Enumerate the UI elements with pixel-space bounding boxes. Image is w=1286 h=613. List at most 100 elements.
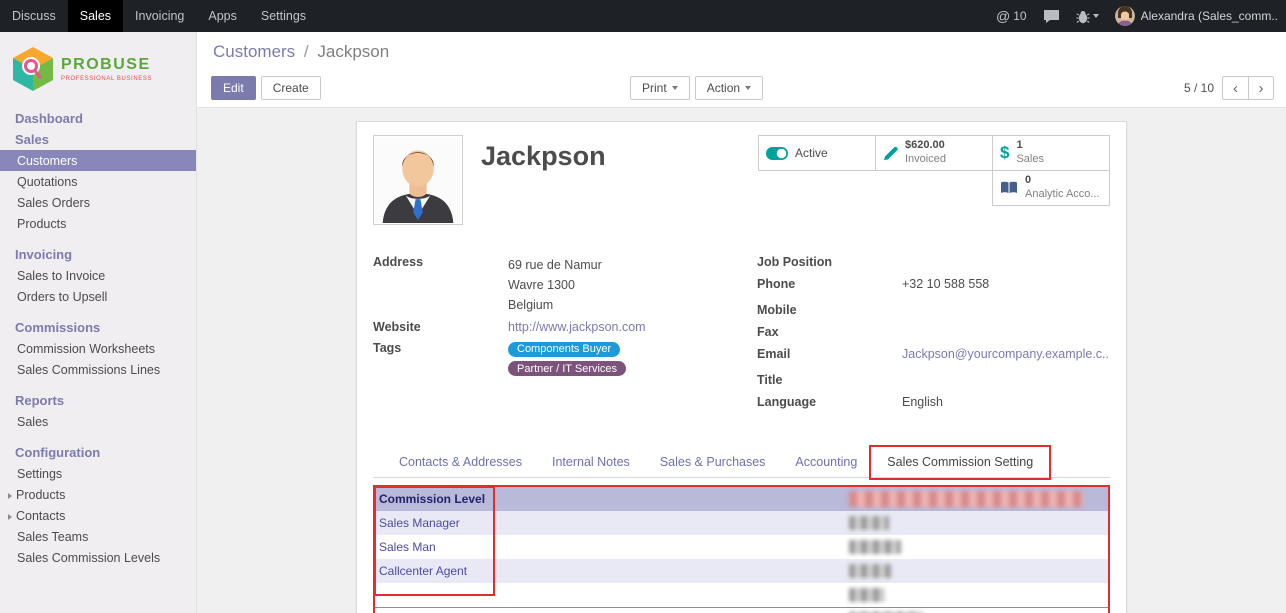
- pencil-icon: [883, 146, 898, 161]
- menu-apps[interactable]: Apps: [196, 0, 249, 32]
- active-stat-button[interactable]: Active: [758, 135, 876, 171]
- sales-stat-label: Sales: [1016, 153, 1044, 167]
- redacted-header-blur: [849, 491, 1083, 507]
- sidebar-item-products[interactable]: Products: [0, 213, 196, 234]
- messages-icon[interactable]: [1043, 9, 1060, 24]
- redacted-cell: [845, 511, 1108, 535]
- table-row-callcenter-agent[interactable]: Callcenter Agent: [375, 559, 1108, 583]
- email-link[interactable]: Jackpson@yourcompany.example.c..: [902, 347, 1109, 361]
- invoiced-stat-button[interactable]: $620.00 Invoiced: [875, 135, 993, 171]
- language-label: Language: [757, 395, 902, 411]
- mobile-label: Mobile: [757, 303, 902, 319]
- sidebar-heading-sales[interactable]: Sales: [0, 129, 196, 150]
- analytic-stat-label: Analytic Acco...: [1025, 188, 1100, 202]
- sidebar-item-sales-commissions-lines[interactable]: Sales Commissions Lines: [0, 359, 196, 380]
- sidebar-heading-invoicing[interactable]: Invoicing: [0, 244, 196, 265]
- sidebar-item-config-contacts[interactable]: Contacts: [0, 505, 196, 526]
- tab-accounting[interactable]: Accounting: [780, 447, 872, 477]
- edit-button[interactable]: Edit: [211, 76, 256, 100]
- logo-hexagon-icon: [12, 46, 54, 92]
- sidebar-item-config-products[interactable]: Products: [0, 484, 196, 505]
- top-menubar: Discuss Sales Invoicing Apps Settings @ …: [0, 0, 1286, 32]
- mentions-counter[interactable]: @ 10: [996, 8, 1027, 24]
- sidebar-item-sales-commission-levels[interactable]: Sales Commission Levels: [0, 547, 196, 568]
- sidebar-heading-configuration[interactable]: Configuration: [0, 442, 196, 463]
- redacted-value-blur: [849, 540, 901, 554]
- table-footer-row: [375, 608, 1108, 613]
- customer-name: Jackpson: [481, 141, 606, 172]
- menu-settings[interactable]: Settings: [249, 0, 318, 32]
- control-panel: Customers / Jackpson Edit Create Print A…: [197, 32, 1286, 108]
- commission-level-column-header[interactable]: Commission Level: [375, 487, 845, 511]
- analytic-stat-button[interactable]: 0 Analytic Acco...: [992, 170, 1110, 206]
- website-link[interactable]: http://www.jackpson.com: [508, 320, 646, 334]
- tag-components-buyer[interactable]: Components Buyer: [508, 342, 620, 357]
- pager-counter: 5 / 10: [1184, 81, 1214, 95]
- debug-bug-icon[interactable]: [1076, 9, 1099, 24]
- sidebar-item-sales-orders[interactable]: Sales Orders: [0, 192, 196, 213]
- fax-label: Fax: [757, 325, 902, 341]
- sidebar-item-quotations[interactable]: Quotations: [0, 171, 196, 192]
- sidebar-item-customers[interactable]: Customers: [0, 150, 196, 171]
- tab-internal-notes[interactable]: Internal Notes: [537, 447, 645, 477]
- invoiced-stat-value: $620.00: [905, 139, 946, 153]
- sidebar-item-label: Products: [16, 488, 65, 502]
- tab-sales-purchases[interactable]: Sales & Purchases: [645, 447, 781, 477]
- address-value[interactable]: 69 rue de Namur Wavre 1300 Belgium: [508, 255, 602, 315]
- tab-contacts-addresses[interactable]: Contacts & Addresses: [384, 447, 537, 477]
- pager-next-button[interactable]: ›: [1248, 76, 1274, 100]
- menu-discuss[interactable]: Discuss: [0, 0, 68, 32]
- app-logo[interactable]: PROBUSE PROFESSIONAL BUSINESS: [0, 32, 196, 108]
- phone-value[interactable]: +32 10 588 558: [902, 277, 989, 293]
- commission-level-cell: Sales Manager: [375, 511, 845, 535]
- phone-label: Phone: [757, 277, 902, 293]
- redacted-cell: [845, 559, 1108, 583]
- sidebar-heading-commissions[interactable]: Commissions: [0, 317, 196, 338]
- chevron-right-icon: [8, 514, 12, 520]
- logo-text: PROBUSE PROFESSIONAL BUSINESS: [61, 56, 152, 82]
- analytic-stat-value: 0: [1025, 174, 1100, 188]
- sidebar-item-sales-teams[interactable]: Sales Teams: [0, 526, 196, 547]
- table-row-sales-man[interactable]: Sales Man: [375, 535, 1108, 559]
- customer-photo-image: [375, 137, 461, 223]
- sidebar-heading-reports[interactable]: Reports: [0, 390, 196, 411]
- sidebar-item-settings[interactable]: Settings: [0, 463, 196, 484]
- main-area: Customers / Jackpson Edit Create Print A…: [197, 32, 1286, 613]
- title-row: Jackpson Active $620.00: [373, 135, 1110, 225]
- form-view-container: Jackpson Active $620.00: [197, 108, 1286, 613]
- pager-previous-button[interactable]: ‹: [1222, 76, 1248, 100]
- sidebar-heading-dashboard[interactable]: Dashboard: [0, 108, 196, 129]
- sales-stat-value: 1: [1016, 139, 1044, 153]
- menu-invoicing[interactable]: Invoicing: [123, 0, 196, 32]
- sidebar-item-sales-to-invoice[interactable]: Sales to Invoice: [0, 265, 196, 286]
- language-value[interactable]: English: [902, 395, 943, 411]
- tab-label: Sales Commission Setting: [887, 455, 1033, 469]
- sidebar-item-reports-sales[interactable]: Sales: [0, 411, 196, 432]
- tab-sales-commission-setting[interactable]: Sales Commission Setting: [872, 447, 1048, 477]
- job-position-label: Job Position: [757, 255, 902, 271]
- sidebar-item-commission-worksheets[interactable]: Commission Worksheets: [0, 338, 196, 359]
- tags-value: Components Buyer Partner / IT Services: [508, 341, 626, 380]
- at-icon: @: [996, 8, 1010, 24]
- user-menu[interactable]: Alexandra (Sales_comm..: [1115, 6, 1278, 26]
- tag-partner-it-services[interactable]: Partner / IT Services: [508, 361, 626, 376]
- table-row-sales-manager[interactable]: Sales Manager: [375, 511, 1108, 535]
- sales-stat-button[interactable]: $ 1 Sales: [992, 135, 1110, 171]
- invoiced-stat-label: Invoiced: [905, 153, 946, 167]
- print-menu-button[interactable]: Print: [630, 76, 690, 100]
- topbar-systray: @ 10 Alexandra (Sales_comm..: [996, 6, 1286, 26]
- breadcrumb-customers[interactable]: Customers: [213, 42, 295, 61]
- sidebar-item-orders-to-upsell[interactable]: Orders to Upsell: [0, 286, 196, 307]
- table-row-empty[interactable]: [375, 583, 1108, 608]
- create-button[interactable]: Create: [261, 76, 321, 100]
- commission-level-cell: Sales Man: [375, 535, 845, 559]
- tags-label: Tags: [373, 341, 508, 380]
- stat-buttons: Active $620.00 Invoiced $: [754, 135, 1110, 206]
- fields-section: Address 69 rue de Namur Wavre 1300 Belgi…: [373, 255, 1110, 417]
- empty-cell: [375, 608, 845, 613]
- action-menu-button[interactable]: Action: [695, 76, 763, 100]
- book-icon: [1000, 181, 1018, 195]
- customer-photo[interactable]: [373, 135, 463, 225]
- redacted-column-header: [845, 487, 1108, 511]
- menu-sales[interactable]: Sales: [68, 0, 123, 32]
